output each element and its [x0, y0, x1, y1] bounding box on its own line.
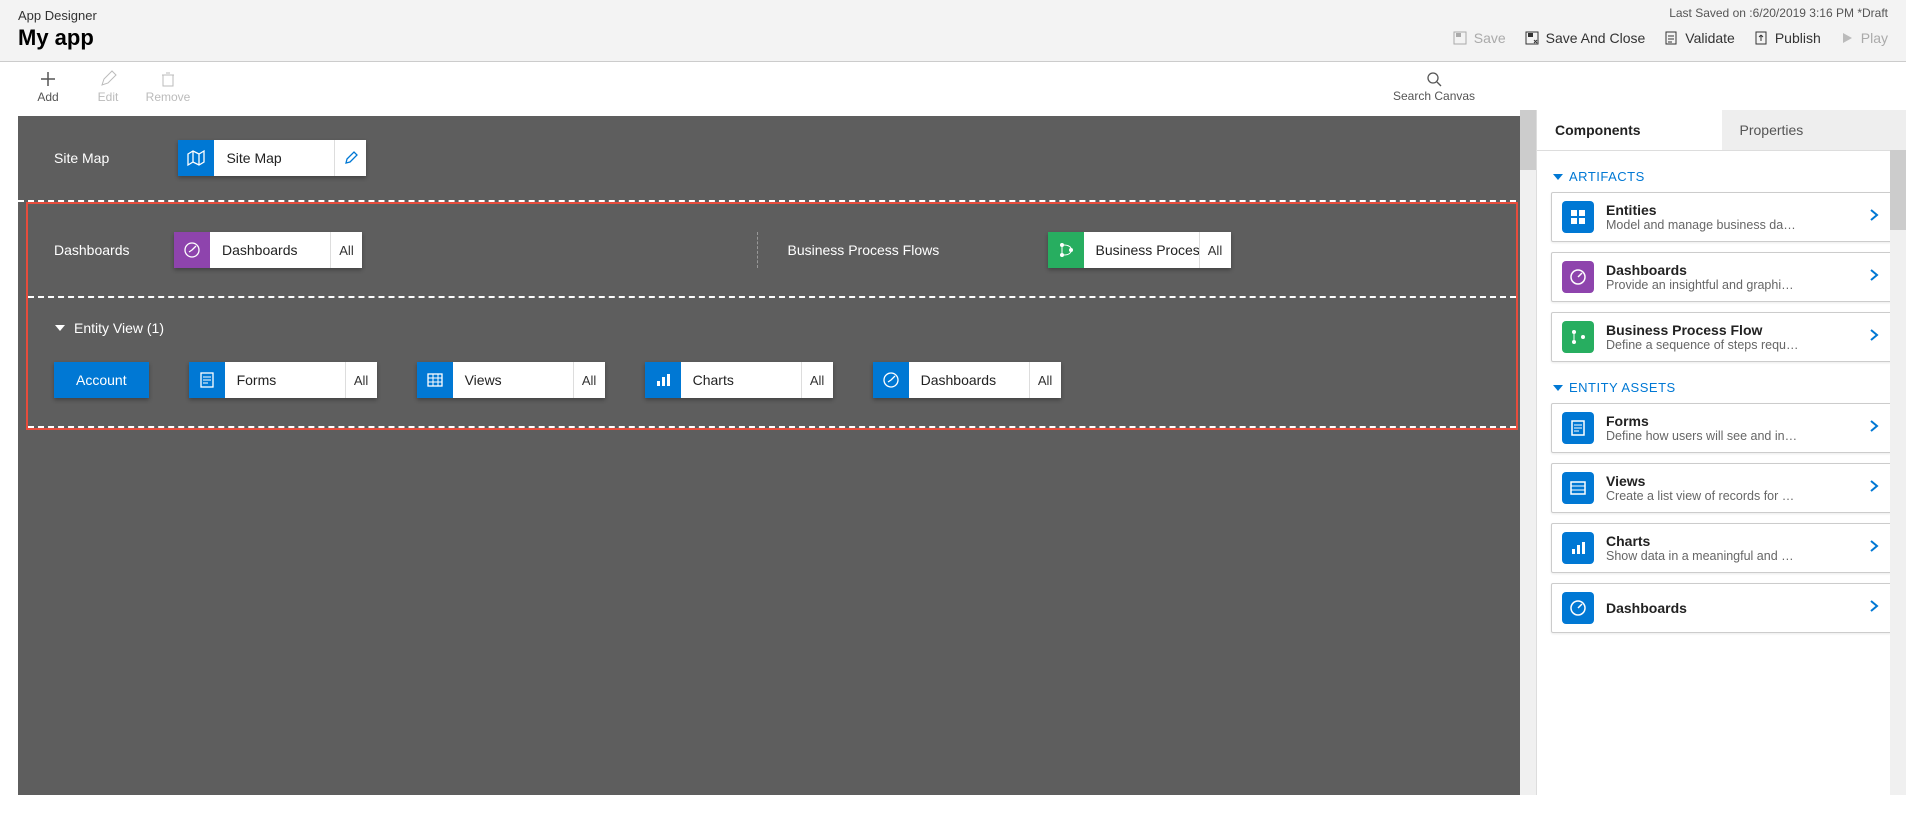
dashboards-label: Dashboards	[54, 242, 174, 258]
validate-button[interactable]: Validate	[1663, 30, 1735, 46]
dashboards2-all[interactable]: All	[1029, 362, 1061, 398]
bpf-tile[interactable]: Business Proces… All	[1048, 232, 1231, 268]
views-all[interactable]: All	[573, 362, 605, 398]
sitemap-label: Site Map	[54, 150, 174, 166]
entity-view-header[interactable]: Entity View (1)	[28, 298, 1516, 340]
caret-down-icon	[1553, 172, 1563, 182]
tab-properties[interactable]: Properties	[1722, 110, 1906, 150]
dashboards-icon	[1562, 261, 1594, 293]
chevron-right-icon	[1867, 268, 1881, 287]
components-panel: Components Properties ARTIFACTS Entities…	[1536, 110, 1906, 795]
remove-button: Remove	[138, 70, 198, 104]
entities-icon	[1562, 201, 1594, 233]
sitemap-tile[interactable]: Site Map	[178, 140, 366, 176]
bpf-icon	[1048, 232, 1084, 268]
dashboards-col: Dashboards Dashboards All	[54, 232, 757, 268]
separator-2	[28, 426, 1516, 428]
chevron-right-icon	[1867, 328, 1881, 347]
sitemap-icon	[178, 140, 214, 176]
panel-scrollbar[interactable]	[1890, 150, 1906, 795]
sitemap-tile-label: Site Map	[214, 140, 334, 176]
assets-section-header[interactable]: ENTITY ASSETS	[1551, 372, 1892, 403]
artifacts-section-header[interactable]: ARTIFACTS	[1551, 161, 1892, 192]
play-button: Play	[1839, 30, 1888, 46]
save-and-close-button[interactable]: Save And Close	[1524, 30, 1646, 46]
bpf-icon	[1562, 321, 1594, 353]
views-tile[interactable]: Views All	[417, 362, 605, 398]
dashboards-all[interactable]: All	[330, 232, 362, 268]
header-actions: Save Save And Close Validate Publish Pla…	[1452, 30, 1888, 46]
charts-tile-label: Charts	[681, 362, 801, 398]
views-icon	[417, 362, 453, 398]
dashboards-icon	[174, 232, 210, 268]
canvas: Site Map Site Map Dashboards	[18, 116, 1526, 795]
add-button[interactable]: Add	[18, 70, 78, 104]
card-bpf[interactable]: Business Process Flow Define a sequence …	[1551, 312, 1892, 362]
forms-icon	[1562, 412, 1594, 444]
entity-tiles-row: Account Forms All Views All	[28, 340, 1516, 426]
breadcrumb: App Designer	[18, 8, 1888, 23]
canvas-wrap: Site Map Site Map Dashboards	[0, 110, 1536, 795]
views-tile-label: Views	[453, 362, 573, 398]
artifacts-row: Dashboards Dashboards All Business Proce…	[28, 204, 1516, 296]
dashboards2-tile[interactable]: Dashboards All	[873, 362, 1061, 398]
card-charts[interactable]: Charts Show data in a meaningful and …	[1551, 523, 1892, 573]
card-dashboards[interactable]: Dashboards Provide an insightful and gra…	[1551, 252, 1892, 302]
chevron-right-icon	[1867, 208, 1881, 227]
card-entities[interactable]: Entities Model and manage business da…	[1551, 192, 1892, 242]
dashboards-tile[interactable]: Dashboards All	[174, 232, 362, 268]
forms-tile[interactable]: Forms All	[189, 362, 377, 398]
chevron-right-icon	[1867, 419, 1881, 438]
bpf-col: Business Process Flows Business Proces… …	[757, 232, 1491, 268]
sitemap-edit-button[interactable]	[334, 140, 366, 176]
search-canvas-button[interactable]: Search Canvas	[1393, 71, 1475, 103]
main: Site Map Site Map Dashboards	[0, 110, 1906, 795]
last-saved-label: Last Saved on :6/20/2019 3:16 PM *Draft	[1669, 6, 1888, 20]
bpf-tile-label: Business Proces…	[1084, 232, 1199, 268]
entity-view-label: Entity View (1)	[74, 320, 164, 336]
dashboards-icon	[1562, 592, 1594, 624]
publish-button[interactable]: Publish	[1753, 30, 1821, 46]
dashboards-tile-label: Dashboards	[210, 232, 330, 268]
save-button: Save	[1452, 30, 1506, 46]
forms-tile-label: Forms	[225, 362, 345, 398]
dashboards2-icon	[873, 362, 909, 398]
sitemap-row: Site Map Site Map	[18, 116, 1526, 202]
panel-body: ARTIFACTS Entities Model and manage busi…	[1537, 151, 1906, 795]
card-views[interactable]: Views Create a list view of records for …	[1551, 463, 1892, 513]
bpf-label: Business Process Flows	[788, 242, 1048, 258]
caret-down-icon	[1553, 383, 1563, 393]
caret-down-icon	[54, 322, 66, 334]
charts-all[interactable]: All	[801, 362, 833, 398]
tab-components[interactable]: Components	[1537, 110, 1722, 150]
chevron-right-icon	[1867, 539, 1881, 558]
canvas-scrollbar[interactable]	[1520, 110, 1536, 795]
chevron-right-icon	[1867, 479, 1881, 498]
edit-button: Edit	[78, 70, 138, 104]
forms-all[interactable]: All	[345, 362, 377, 398]
highlight-area: Dashboards Dashboards All Business Proce…	[26, 202, 1518, 430]
card-dashboards2[interactable]: Dashboards	[1551, 583, 1892, 633]
panel-tabs: Components Properties	[1537, 110, 1906, 151]
toolbar: Add Edit Remove Search Canvas	[0, 62, 1906, 110]
views-icon	[1562, 472, 1594, 504]
chevron-right-icon	[1867, 599, 1881, 618]
charts-icon	[645, 362, 681, 398]
charts-tile[interactable]: Charts All	[645, 362, 833, 398]
header: App Designer My app Last Saved on :6/20/…	[0, 0, 1906, 62]
forms-icon	[189, 362, 225, 398]
charts-icon	[1562, 532, 1594, 564]
dashboards2-tile-label: Dashboards	[909, 362, 1029, 398]
account-tile[interactable]: Account	[54, 362, 149, 398]
bpf-all[interactable]: All	[1199, 232, 1231, 268]
card-forms[interactable]: Forms Define how users will see and in…	[1551, 403, 1892, 453]
